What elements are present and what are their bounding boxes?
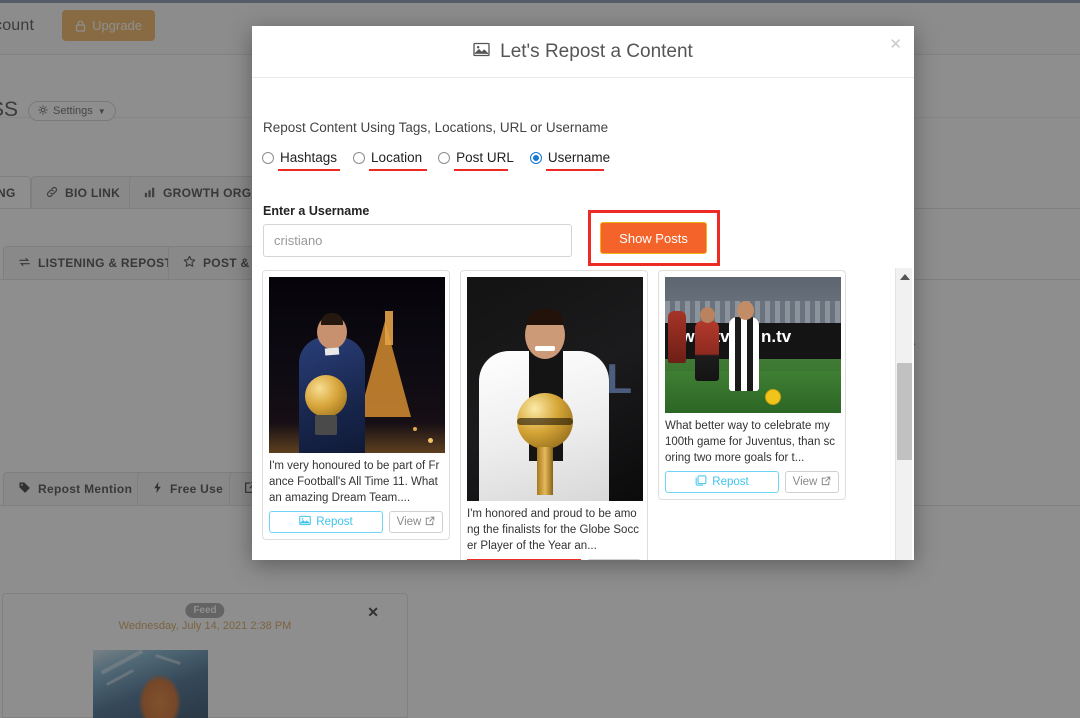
- radio-dot-icon: [353, 151, 366, 164]
- radio-option-post-url[interactable]: Post URL: [438, 150, 514, 171]
- username-input[interactable]: [263, 224, 572, 257]
- radio-label: Location: [371, 150, 423, 165]
- repost-content-modal: Let's Repost a Content ✕ Repost Content …: [252, 26, 914, 560]
- post-caption: I'm very honoured to be part of France F…: [269, 460, 440, 504]
- repost-label: Repost: [316, 516, 353, 528]
- post-actions: Repost View: [665, 471, 839, 493]
- external-link-icon: [425, 516, 435, 529]
- repost-button[interactable]: Repost: [269, 511, 383, 533]
- scrollbar-thumb[interactable]: [897, 363, 912, 460]
- view-label: View: [396, 516, 422, 528]
- external-link-icon: [821, 476, 831, 489]
- radio-option-hashtags[interactable]: Hashtags: [262, 150, 340, 171]
- annotation-underline: [454, 169, 509, 171]
- post-image: bwin.tv n.tv: [665, 277, 841, 413]
- show-posts-area: Show Posts: [588, 210, 720, 266]
- radio-dot-icon: [529, 151, 542, 164]
- modal-title: Let's Repost a Content: [500, 40, 693, 62]
- radio-label: Hashtags: [280, 150, 338, 165]
- posts-scrollbar[interactable]: [895, 268, 912, 560]
- view-label: View: [792, 476, 818, 488]
- close-icon[interactable]: ✕: [889, 37, 902, 52]
- modal-body: Repost Content Using Tags, Locations, UR…: [252, 78, 914, 560]
- post-actions: Repost View: [467, 559, 641, 560]
- annotation-underline: [545, 169, 604, 171]
- repost-label: Repost: [712, 476, 749, 488]
- scroll-up-arrow-icon[interactable]: [896, 268, 913, 285]
- annotation-underline: [278, 169, 340, 171]
- posts-grid: I'm very honoured to be part of France F…: [262, 270, 904, 560]
- image-icon: [473, 42, 490, 62]
- view-button[interactable]: View: [785, 471, 839, 493]
- radio-dot-icon: [438, 151, 451, 164]
- post-actions: Repost View: [269, 511, 443, 533]
- username-field-label: Enter a Username: [263, 204, 370, 218]
- posts-scroll-area: I'm very honoured to be part of France F…: [262, 270, 904, 560]
- radio-option-location[interactable]: Location: [353, 150, 428, 171]
- radio-label: Post URL: [456, 150, 514, 165]
- post-card: I'm very honoured to be part of France F…: [262, 270, 450, 540]
- radio-option-username[interactable]: Username: [529, 150, 611, 171]
- source-type-radio-group: Hashtags Location Post URL Username: [262, 150, 626, 171]
- post-image: GL: [467, 277, 643, 501]
- annotation-underline: [369, 169, 428, 171]
- view-button[interactable]: View: [587, 559, 641, 560]
- view-button[interactable]: View: [389, 511, 443, 533]
- radio-dot-icon: [262, 151, 274, 164]
- post-caption: I'm honored and proud to be among the fi…: [467, 508, 639, 552]
- carousel-icon: [695, 475, 707, 489]
- post-card: GL I'm honored and proud to be among: [460, 270, 648, 560]
- modal-subtitle: Repost Content Using Tags, Locations, UR…: [263, 120, 609, 135]
- annotation-box-repost: Repost: [467, 559, 581, 560]
- post-card: bwin.tv n.tv What better: [658, 270, 846, 500]
- repost-button[interactable]: Repost: [665, 471, 779, 493]
- post-caption: What better way to celebrate my 100th ga…: [665, 420, 836, 464]
- post-image: [269, 277, 445, 453]
- show-posts-button[interactable]: Show Posts: [600, 222, 707, 254]
- modal-header: Let's Repost a Content ✕: [252, 26, 914, 78]
- image-icon: [299, 515, 312, 529]
- radio-label: Username: [547, 150, 611, 165]
